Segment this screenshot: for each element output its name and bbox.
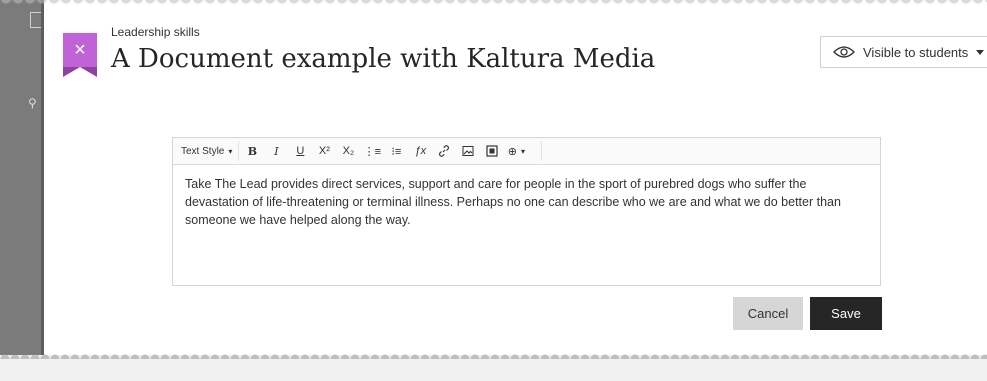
eye-icon <box>833 46 855 58</box>
ordered-list-button[interactable]: ⋮≡ <box>361 141 383 161</box>
link-icon: ⚲ <box>28 96 37 110</box>
editor-toolbar: Text Style ▾ B I U X² X₂ ⋮≡ ⁝≡ ƒx ⊕ ▾ <box>173 138 880 165</box>
text-style-dropdown[interactable]: Text Style ▾ <box>181 146 232 157</box>
italic-button[interactable]: I <box>265 141 287 161</box>
torn-edge-top <box>0 0 987 10</box>
caret-icon: ▾ <box>228 146 233 156</box>
visibility-dropdown[interactable]: Visible to students <box>820 36 987 68</box>
media-icon <box>486 145 498 157</box>
link-button[interactable] <box>433 141 455 161</box>
close-button[interactable]: × <box>63 33 97 67</box>
editor-content[interactable]: Take The Lead provides direct services, … <box>173 165 880 239</box>
close-icon: × <box>74 39 86 61</box>
document-icon <box>30 12 42 28</box>
link-icon <box>439 145 450 157</box>
cancel-button[interactable]: Cancel <box>733 297 803 330</box>
visibility-label: Visible to students <box>863 44 969 60</box>
superscript-button[interactable]: X² <box>313 141 335 161</box>
subscript-button[interactable]: X₂ <box>337 141 359 161</box>
formula-button[interactable]: ƒx <box>409 141 431 161</box>
image-button[interactable] <box>457 141 479 161</box>
image-icon <box>462 146 474 156</box>
bold-button[interactable]: B <box>241 141 263 161</box>
background-course-strip: ⚲ <box>0 0 44 381</box>
insert-content-button[interactable]: ⊕ ▾ <box>505 141 527 161</box>
page-title: A Document example with Kaltura Media <box>111 44 656 74</box>
plus-circle-icon: ⊕ <box>507 145 517 158</box>
text-style-label: Text Style <box>181 145 225 157</box>
close-button-flag <box>63 67 97 77</box>
breadcrumb[interactable]: Leadership skills <box>111 25 200 39</box>
caret-icon: ▾ <box>520 146 525 156</box>
toolbar-divider <box>541 141 543 161</box>
media-button[interactable] <box>481 141 503 161</box>
save-button[interactable]: Save <box>810 297 882 330</box>
chevron-down-icon <box>976 49 985 55</box>
toolbar-divider <box>238 141 240 161</box>
rich-text-editor[interactable]: Text Style ▾ B I U X² X₂ ⋮≡ ⁝≡ ƒx ⊕ ▾ Take… <box>172 137 881 286</box>
torn-edge-bottom <box>0 349 987 381</box>
bullet-list-button[interactable]: ⁝≡ <box>385 141 407 161</box>
underline-button[interactable]: U <box>289 141 311 161</box>
